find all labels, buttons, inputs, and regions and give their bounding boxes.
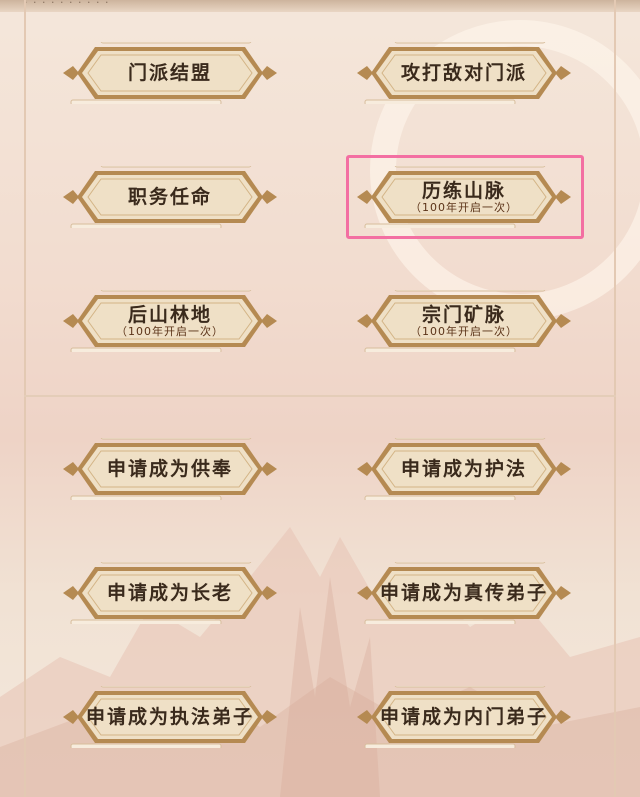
button-label: 职务任命 — [127, 186, 212, 208]
button-label: 攻打敌对门派 — [400, 62, 527, 84]
button-label: 申请成为护法 — [400, 458, 527, 480]
button-zhifa[interactable]: 申请成为执法弟子 — [61, 686, 279, 748]
content-frame — [24, 0, 616, 797]
button-zhiwu-renming[interactable]: 职务任命 — [61, 166, 279, 228]
button-sublabel: （100年开启一次） — [116, 325, 224, 338]
button-zhenchuan[interactable]: 申请成为真传弟子 — [355, 562, 573, 624]
button-zhanglao[interactable]: 申请成为长老 — [61, 562, 279, 624]
button-label: 后山林地 — [127, 304, 212, 326]
button-hufa[interactable]: 申请成为护法 — [355, 438, 573, 500]
button-menpai-jiemeng[interactable]: 门派结盟 — [61, 42, 279, 104]
button-label: 申请成为供奉 — [106, 458, 233, 480]
button-neimen[interactable]: 申请成为内门弟子 — [355, 686, 573, 748]
button-label: 门派结盟 — [127, 62, 212, 84]
button-label: 申请成为执法弟子 — [85, 706, 254, 728]
button-label: 申请成为长老 — [106, 582, 233, 604]
button-label: 申请成为内门弟子 — [379, 706, 548, 728]
button-label: 历练山脉 — [421, 180, 506, 202]
section-divider — [24, 395, 616, 397]
button-label: 申请成为真传弟子 — [379, 582, 548, 604]
button-houshan-lindi[interactable]: 后山林地 （100年开启一次） — [61, 290, 279, 352]
button-gongda-didui[interactable]: 攻打敌对门派 — [355, 42, 573, 104]
button-sublabel: （100年开启一次） — [410, 201, 518, 214]
button-zongmen-kuangmai[interactable]: 宗门矿脉 （100年开启一次） — [355, 290, 573, 352]
button-sublabel: （100年开启一次） — [410, 325, 518, 338]
button-lilian-shanmai[interactable]: 历练山脉 （100年开启一次） — [355, 166, 573, 228]
button-gongfeng[interactable]: 申请成为供奉 — [61, 438, 279, 500]
button-label: 宗门矿脉 — [421, 304, 506, 326]
